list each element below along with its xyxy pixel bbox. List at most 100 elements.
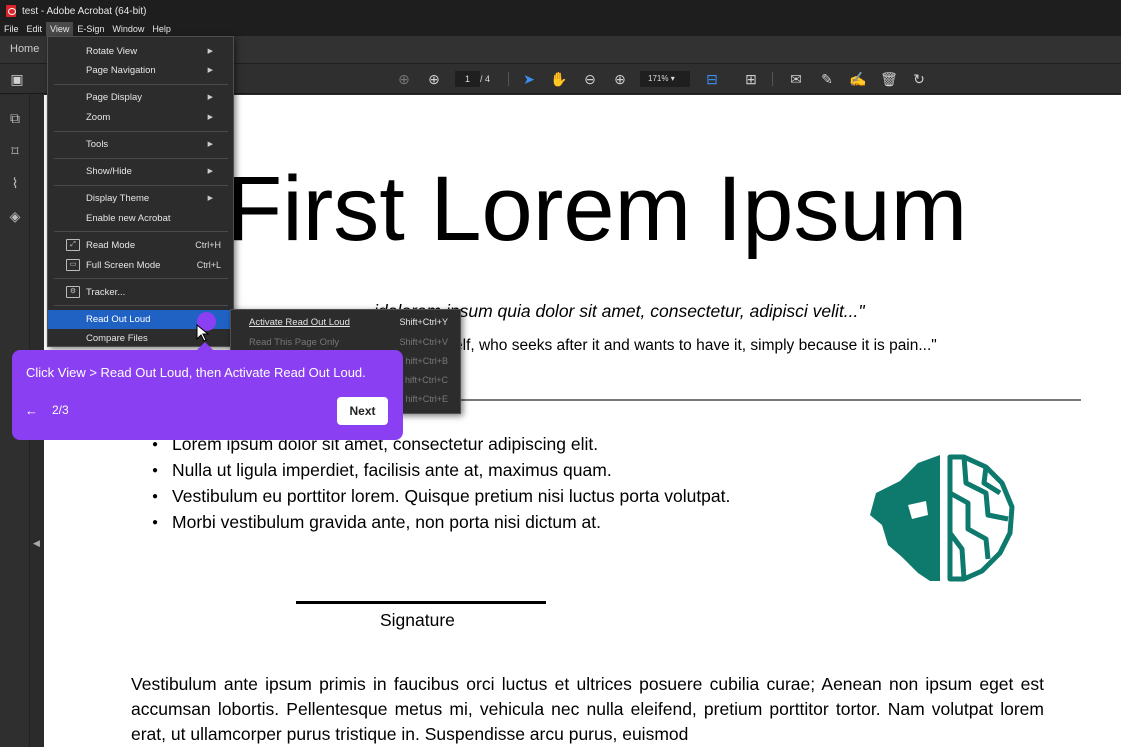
menu-item-full-screen-mode[interactable]: ▭ Full Screen Mode Ctrl+L — [48, 256, 233, 275]
menu-bar: File Edit View E-Sign Window Help — [0, 22, 1121, 36]
menu-esign[interactable]: E-Sign — [73, 22, 108, 36]
menu-edit[interactable]: Edit — [23, 22, 47, 36]
menu-item-page-display[interactable]: Page Display ▶ — [48, 88, 233, 107]
menu-item-page-navigation[interactable]: Page Navigation ▶ — [48, 61, 233, 80]
menu-item-show-hide[interactable]: Show/Hide ▶ — [48, 162, 233, 181]
window-titlebar: test - Adobe Acrobat (64-bit) — [0, 0, 1121, 22]
read-mode-icon: ⤢ — [66, 239, 80, 251]
menu-item-read-mode[interactable]: ⤢ Read Mode Ctrl+H — [48, 236, 233, 255]
layers-icon[interactable]: ◈ — [7, 208, 23, 224]
submenu-item-activate-read-out-loud[interactable]: Activate Read Out Loud Shift+Ctrl+Y — [231, 313, 460, 332]
fit-page-icon[interactable]: ⊟ — [703, 70, 721, 88]
menu-item-label: Show/Hide — [86, 166, 132, 177]
list-item: Morbi vestibulum gravida ante, non porta… — [152, 511, 730, 537]
sign-icon[interactable]: ✍ — [849, 70, 867, 88]
signature-line — [296, 601, 546, 604]
back-arrow-icon[interactable]: ← — [25, 403, 38, 418]
submenu-shortcut: hift+Ctrl+E — [405, 394, 448, 404]
menu-item-rotate-view[interactable]: Rotate View ▶ — [48, 42, 233, 61]
menu-separator — [54, 158, 228, 159]
submenu-item-label: Read This Page Only — [249, 337, 340, 348]
menu-item-label: Compare Files — [86, 333, 148, 344]
menu-separator — [54, 231, 228, 232]
list-item: Nulla ut ligula imperdiet, facilisis ant… — [152, 459, 730, 485]
menu-item-label: Display Theme — [86, 193, 150, 204]
menu-file[interactable]: File — [0, 22, 23, 36]
tooltip-pointer — [197, 342, 213, 350]
menu-help[interactable]: Help — [148, 22, 175, 36]
submenu-arrow-icon: ▶ — [207, 195, 213, 202]
submenu-shortcut: Shift+Ctrl+Y — [399, 317, 448, 327]
next-page-icon[interactable]: ⊕ — [425, 70, 443, 88]
mouse-cursor-icon — [196, 324, 210, 342]
brain-head-logo-icon — [870, 454, 1015, 582]
scrolling-mode-icon[interactable]: ⊞ — [742, 70, 760, 88]
submenu-item-label: Activate Read Out Loud — [249, 317, 350, 328]
document-title: First Lorem Ipsum — [226, 158, 968, 260]
tooltip-message: Click View > Read Out Loud, then Activat… — [26, 365, 366, 380]
bookmark-icon[interactable]: ⌑ — [7, 143, 23, 159]
menu-item-label: Tracker... — [86, 287, 126, 298]
signature-label: Signature — [380, 610, 455, 630]
submenu-arrow-icon: ▶ — [207, 67, 213, 74]
document-paragraph: Vestibulum ante ipsum primis in faucibus… — [131, 674, 1044, 744]
menu-shortcut: Ctrl+H — [195, 240, 221, 250]
menu-item-label: Enable new Acrobat — [86, 213, 171, 224]
menu-item-tracker[interactable]: ⚙ Tracker... — [48, 283, 233, 302]
menu-separator — [54, 305, 228, 306]
menu-window[interactable]: Window — [108, 22, 148, 36]
menu-item-label: Read Out Loud — [86, 314, 151, 325]
list-item: Vestibulum eu porttitor lorem. Quisque p… — [152, 485, 730, 511]
view-menu-dropdown: Rotate View ▶ Page Navigation ▶ Page Displ… — [47, 36, 234, 347]
submenu-arrow-icon: ▶ — [207, 48, 213, 55]
menu-separator — [54, 131, 228, 132]
menu-item-label: Read Mode — [86, 240, 136, 251]
attachment-icon[interactable]: ⌇ — [7, 175, 23, 191]
document-bullet-list: Lorem ipsum dolor sit amet, consectetur … — [152, 433, 730, 537]
menu-item-label: Page Display — [86, 92, 142, 103]
full-screen-icon: ▭ — [66, 259, 80, 271]
zoom-level-select[interactable]: 171% ▾ — [640, 71, 690, 87]
tab-home[interactable]: Home — [10, 43, 39, 55]
collapse-panel-icon[interactable]: ◀ — [33, 538, 40, 549]
menu-item-label: Rotate View — [86, 46, 138, 57]
submenu-shortcut: hift+Ctrl+B — [405, 356, 448, 366]
highlight-pen-icon[interactable]: ✎ — [818, 70, 836, 88]
menu-item-zoom[interactable]: Zoom ▶ — [48, 108, 233, 127]
submenu-shortcut: hift+Ctrl+C — [404, 375, 448, 385]
toolbar-divider — [772, 72, 773, 86]
select-cursor-icon[interactable]: ➤ — [520, 70, 538, 88]
next-button[interactable]: Next — [337, 397, 388, 425]
guide-tooltip: Click View > Read Out Loud, then Activat… — [12, 342, 403, 440]
zoom-out-icon[interactable]: ⊖ — [581, 70, 599, 88]
comment-icon[interactable]: ✉ — [787, 70, 805, 88]
document-quote-english: elf, who seeks after it and wants to hav… — [454, 337, 937, 354]
menu-separator — [54, 185, 228, 186]
rotate-icon[interactable]: ↻ — [910, 70, 928, 88]
menu-view[interactable]: View — [46, 22, 74, 36]
tracker-icon: ⚙ — [66, 286, 80, 298]
menu-item-display-theme[interactable]: Display Theme ▶ — [48, 189, 233, 208]
zoom-value: 171% — [648, 74, 669, 83]
prev-page-icon[interactable]: ⊕ — [395, 70, 413, 88]
submenu-arrow-icon: ▶ — [207, 114, 213, 121]
menu-item-label: Tools — [86, 139, 109, 150]
page-total: / 4 — [480, 74, 491, 84]
hand-tool-icon[interactable]: ✋ — [550, 70, 568, 88]
pages-thumbnail-icon[interactable]: ⧉ — [7, 110, 23, 126]
menu-item-enable-new-acrobat[interactable]: Enable new Acrobat — [48, 209, 233, 228]
menu-separator — [54, 84, 228, 85]
menu-item-label: Page Navigation — [86, 65, 156, 76]
submenu-arrow-icon: ▶ — [207, 94, 213, 101]
toolbar-divider — [508, 72, 509, 86]
page-number-input[interactable]: 1 — [455, 71, 480, 87]
delete-icon[interactable]: 🗑 — [880, 70, 898, 88]
submenu-arrow-icon: ▶ — [207, 141, 213, 148]
menu-shortcut: Ctrl+L — [196, 260, 221, 270]
save-icon[interactable]: ▣ — [8, 70, 26, 88]
menu-item-tools[interactable]: Tools ▶ — [48, 135, 233, 154]
window-title: test - Adobe Acrobat (64-bit) — [22, 5, 147, 17]
zoom-in-icon[interactable]: ⊕ — [611, 70, 629, 88]
menu-item-label: Zoom — [86, 112, 111, 123]
menu-separator — [54, 278, 228, 279]
